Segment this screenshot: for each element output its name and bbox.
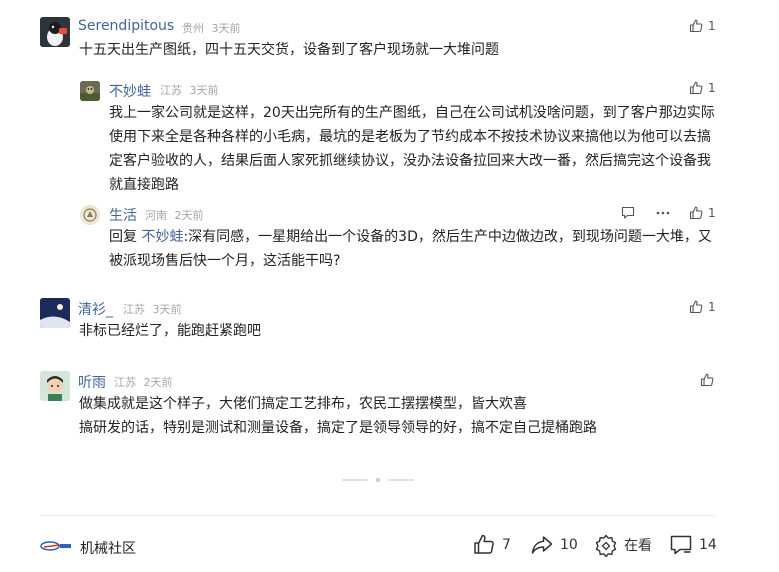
reply-author[interactable]: 生活 — [109, 205, 137, 225]
footer-divider — [40, 515, 716, 516]
thumbs-up-icon — [689, 81, 703, 95]
share-count: 10 — [560, 537, 578, 553]
avatar[interactable] — [40, 298, 70, 328]
loading-indicator — [342, 478, 414, 482]
share-icon — [531, 536, 553, 554]
comment-text: 十五天出生产图纸，四十五天交货，设备到了客户现场就一大堆问题 — [79, 42, 499, 58]
like-count: 1 — [708, 300, 716, 314]
comment-author[interactable]: Serendipitous — [78, 18, 174, 34]
reply-location: 河南 — [145, 209, 167, 222]
comment-location: 江苏 — [123, 303, 145, 316]
comment-time: 2天前 — [143, 376, 173, 389]
reply-text: 我上一家公司就是这样，20天出完所有的生产图纸，自己在公司试机没啥问题，到了客户… — [109, 105, 715, 193]
source-name[interactable]: 机械社区 — [80, 538, 136, 558]
reply-text: 回复 不妙蛙:深有同感，一星期给出一个设备的3D，然后生产中边做边改，到现场问题… — [109, 225, 717, 273]
watch-icon — [595, 534, 617, 557]
comment-meta: 江苏 2天前 — [114, 374, 173, 390]
avatar[interactable] — [80, 205, 100, 225]
night-sky-avatar-image — [40, 298, 70, 328]
comment-icon — [621, 206, 635, 219]
avatar[interactable] — [40, 17, 70, 47]
comment-meta: 江苏 3天前 — [123, 301, 182, 317]
thumbs-up-icon — [689, 206, 703, 220]
reply-meta: 江苏 3天前 — [160, 82, 219, 98]
reply-time: 2天前 — [174, 209, 204, 222]
reply-body: :深有同感，一星期给出一个设备的3D，然后生产中边做边改，到现场问题一大堆，又被… — [109, 229, 712, 269]
reply-time: 3天前 — [189, 84, 219, 97]
thumbs-up-icon — [700, 373, 714, 387]
comment-location: 江苏 — [114, 376, 136, 389]
comment-reply-button[interactable] — [621, 206, 635, 220]
share-action[interactable]: 10 — [530, 533, 578, 557]
source-logo[interactable] — [40, 540, 72, 552]
like-count: 1 — [708, 19, 716, 33]
comment-action[interactable]: 14 — [669, 533, 717, 557]
avatar[interactable] — [40, 371, 70, 401]
comment-text: 做集成就是这个样子，大佬们搞定工艺排布，农民工摆摆模型，皆大欢喜 搞研发的话，特… — [79, 392, 699, 440]
like-button[interactable]: 1 — [689, 81, 716, 95]
comment-author[interactable]: 清衫_ — [78, 299, 113, 319]
comment-text-line: 做集成就是这个样子，大佬们搞定工艺排布，农民工摆摆模型，皆大欢喜 — [79, 396, 527, 412]
like-count: 1 — [708, 81, 716, 95]
reply-meta: 河南 2天前 — [145, 207, 204, 223]
comment-time: 3天前 — [152, 303, 182, 316]
penguin-avatar-image — [40, 17, 70, 47]
like-action[interactable]: 7 — [472, 533, 511, 557]
comment-time: 3天前 — [211, 22, 241, 35]
like-button[interactable]: 1 — [689, 19, 716, 33]
reply-to-user[interactable]: 不妙蛙 — [141, 229, 183, 245]
comment-count: 14 — [699, 537, 717, 553]
comment-meta: 贵州 3天前 — [182, 20, 241, 36]
thumbs-up-icon — [474, 534, 494, 554]
watch-label: 在看 — [624, 538, 652, 554]
comment-location: 贵州 — [182, 22, 204, 35]
like-button[interactable] — [700, 373, 719, 387]
like-button[interactable]: 1 — [689, 206, 716, 220]
comment-text: 非标已经烂了，能跑赶紧跑吧 — [79, 323, 261, 339]
more-button[interactable] — [655, 206, 671, 220]
comment-author[interactable]: 听雨 — [78, 372, 106, 392]
reply-prefix: 回复 — [109, 229, 142, 245]
watch-action[interactable]: 在看 — [594, 533, 652, 557]
like-count: 1 — [708, 206, 716, 220]
more-icon — [656, 211, 670, 215]
like-count: 7 — [502, 537, 511, 553]
avatar[interactable] — [80, 81, 100, 101]
reply-location: 江苏 — [160, 84, 182, 97]
comment-text-line: 搞研发的话，特别是测试和测量设备，搞定了是领导领导的好，搞不定自己提桶跑路 — [79, 420, 597, 436]
thumbs-up-icon — [689, 19, 703, 33]
cartoon-boy-avatar-image — [40, 371, 70, 401]
badge-avatar-image — [80, 205, 100, 225]
thumbs-up-icon — [689, 300, 703, 314]
comment-icon — [670, 535, 692, 555]
frog-avatar-image — [80, 81, 100, 101]
reply-author[interactable]: 不妙蛙 — [109, 81, 151, 101]
like-button[interactable]: 1 — [689, 300, 716, 314]
